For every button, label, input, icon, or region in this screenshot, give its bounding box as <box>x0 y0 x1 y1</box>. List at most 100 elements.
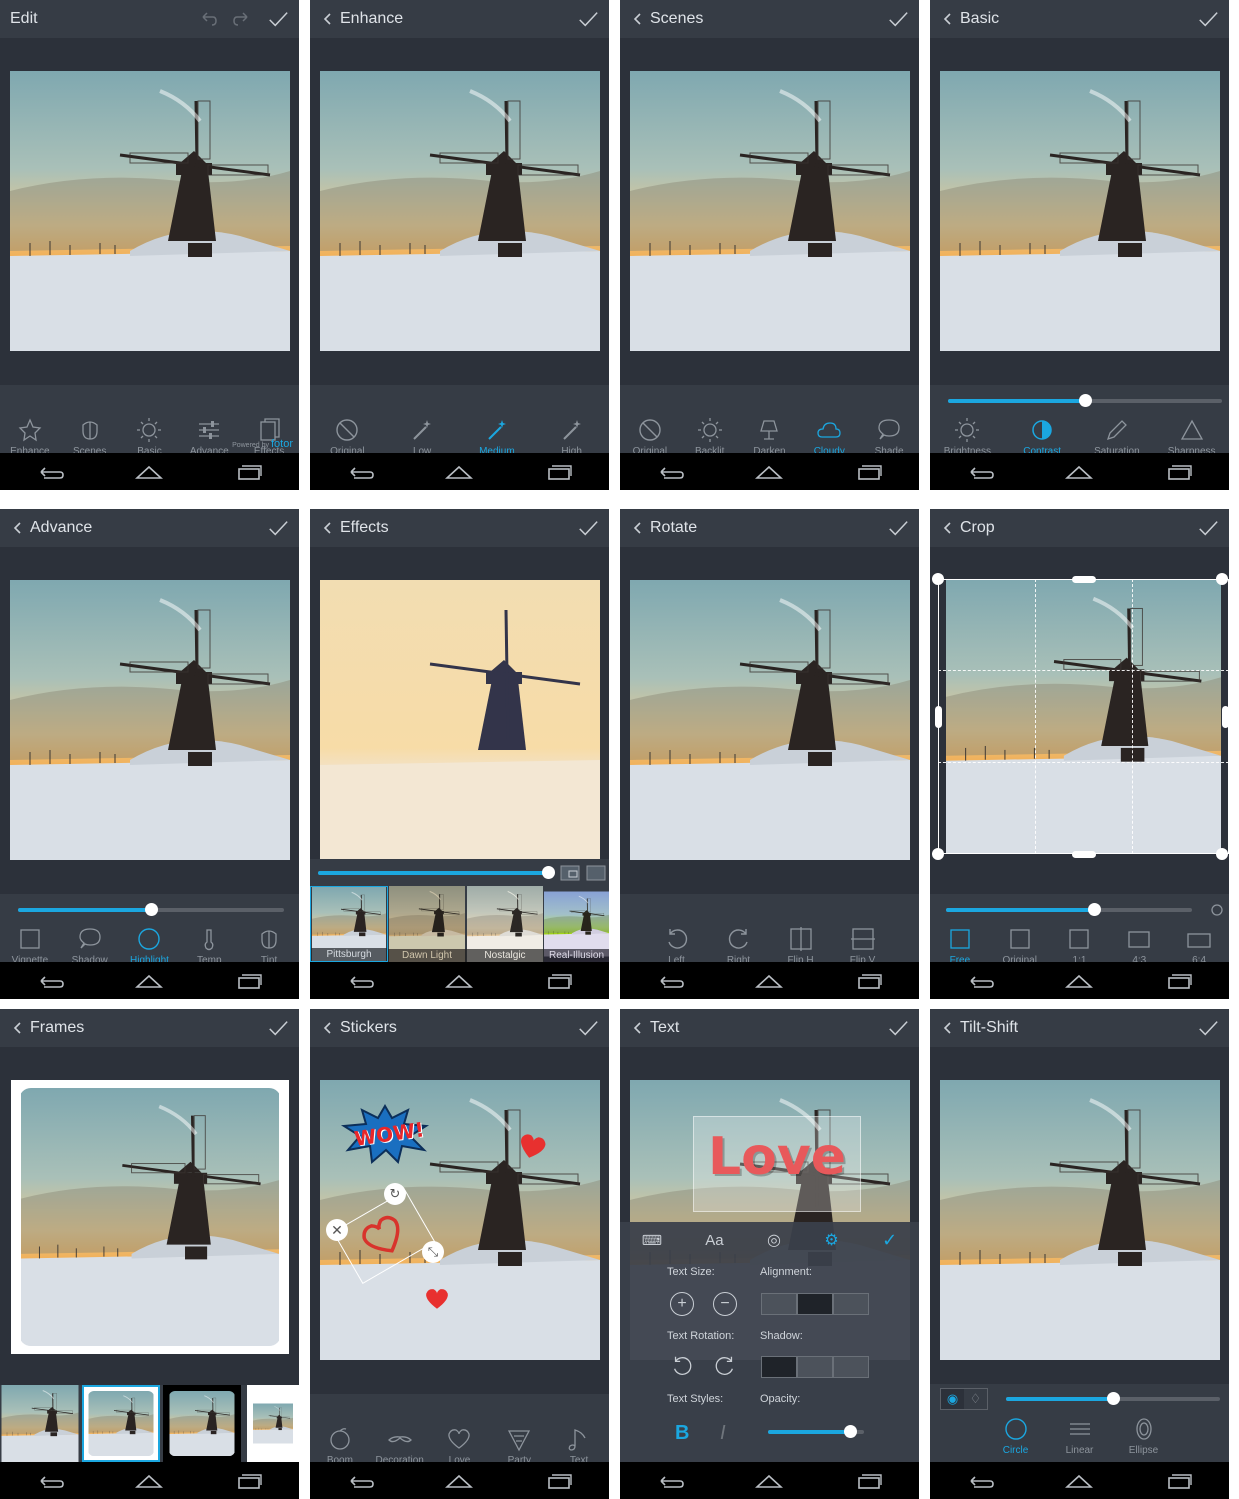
slider-knob[interactable] <box>541 866 555 879</box>
check-icon[interactable] <box>267 8 289 30</box>
crop-corner-handle[interactable] <box>932 573 944 585</box>
tool-original[interactable]: Original <box>622 417 678 457</box>
tool-boom[interactable]: Boom <box>312 1426 368 1466</box>
tool-crop-4-3[interactable]: 4:3 <box>1111 926 1167 966</box>
tool-highlight[interactable]: Highlight <box>121 926 177 966</box>
undo-icon[interactable] <box>199 10 217 28</box>
back-icon[interactable] <box>320 520 336 536</box>
nav-recent-icon[interactable] <box>1165 1472 1193 1490</box>
back-icon[interactable] <box>10 520 26 536</box>
slider-knob[interactable] <box>843 1425 857 1438</box>
tool-vignette[interactable]: Vignette <box>2 926 58 966</box>
check-icon[interactable] <box>577 1017 599 1039</box>
shadow-option-button[interactable] <box>797 1356 833 1378</box>
color-icon[interactable]: ◎ <box>767 1230 781 1250</box>
wow-sticker[interactable]: WOW! <box>340 1104 430 1164</box>
nav-back-icon[interactable] <box>656 1472 684 1490</box>
tool-tint[interactable]: Tint <box>241 926 297 966</box>
tool-enhance[interactable]: Enhance <box>2 417 58 457</box>
nav-back-icon[interactable] <box>966 1472 994 1490</box>
rotate-right-icon[interactable] <box>713 1354 737 1378</box>
focus-circle-icon[interactable]: ◉ <box>941 1389 964 1409</box>
filter-thumb[interactable]: Nostalgic <box>466 886 544 962</box>
tool-ellipse[interactable]: Ellipse <box>1116 1416 1172 1456</box>
check-icon[interactable] <box>577 517 599 539</box>
heart-sticker-icon[interactable] <box>423 1285 451 1313</box>
tool-party[interactable]: Party <box>491 1426 547 1466</box>
adjust-slider[interactable] <box>18 903 284 916</box>
sticker-rotate-button[interactable]: ↻ <box>384 1183 406 1205</box>
nav-recent-icon[interactable] <box>855 1472 883 1490</box>
compare-icon[interactable] <box>560 865 580 881</box>
back-icon[interactable] <box>320 11 336 27</box>
tool-scenes[interactable]: Scenes <box>62 417 118 457</box>
back-icon[interactable] <box>320 1020 336 1036</box>
reset-icon[interactable] <box>1209 902 1225 918</box>
tool-crop-free[interactable]: Free <box>932 926 988 966</box>
sticker-delete-button[interactable]: ✕ <box>326 1219 348 1241</box>
bold-button[interactable]: B <box>675 1422 689 1445</box>
align-left-button[interactable] <box>761 1293 797 1315</box>
filter-thumb[interactable]: Real-Illusion <box>544 886 609 962</box>
nav-home-icon[interactable] <box>445 972 473 990</box>
blur-slider[interactable] <box>1006 1392 1220 1405</box>
tool-flip-v[interactable]: Flip V <box>835 926 891 966</box>
tool-high[interactable]: High <box>544 417 600 457</box>
nav-home-icon[interactable] <box>1065 1472 1093 1490</box>
back-icon[interactable] <box>630 11 646 27</box>
tool-backlit[interactable]: Backlit <box>682 417 738 457</box>
tool-brightness[interactable]: Brightness <box>939 417 995 457</box>
opacity-slider[interactable] <box>768 1425 864 1438</box>
favorite-icon[interactable] <box>586 865 606 881</box>
nav-back-icon[interactable] <box>36 1472 64 1490</box>
nav-recent-icon[interactable] <box>235 463 263 481</box>
nav-recent-icon[interactable] <box>1165 972 1193 990</box>
nav-back-icon[interactable] <box>966 463 994 481</box>
nav-home-icon[interactable] <box>755 1472 783 1490</box>
tool-saturation[interactable]: Saturation <box>1089 417 1145 457</box>
crop-frame[interactable] <box>938 579 1229 854</box>
crop-corner-handle[interactable] <box>1216 573 1228 585</box>
size-decrease-button[interactable]: − <box>713 1292 737 1316</box>
crop-corner-handle[interactable] <box>932 848 944 860</box>
rotate-left-icon[interactable] <box>670 1354 694 1378</box>
nav-back-icon[interactable] <box>656 463 684 481</box>
back-icon[interactable] <box>10 1020 26 1036</box>
tool-rotate-right[interactable]: Right <box>711 926 767 966</box>
straighten-slider[interactable] <box>946 903 1192 916</box>
nav-recent-icon[interactable] <box>235 972 263 990</box>
frame-thumb[interactable] <box>0 1385 80 1462</box>
slider-knob[interactable] <box>145 903 158 916</box>
crop-edge-handle[interactable] <box>935 706 942 728</box>
sticker-resize-button[interactable]: ⤡ <box>422 1241 444 1263</box>
tool-low[interactable]: Low <box>394 417 450 457</box>
nav-back-icon[interactable] <box>346 1472 374 1490</box>
back-icon[interactable] <box>940 11 956 27</box>
tool-flip-h[interactable]: Flip H <box>773 926 829 966</box>
frame-thumb[interactable] <box>247 1385 299 1462</box>
nav-home-icon[interactable] <box>445 463 473 481</box>
nav-back-icon[interactable] <box>346 972 374 990</box>
tool-shadow[interactable]: Shadow <box>62 926 118 966</box>
nav-back-icon[interactable] <box>966 972 994 990</box>
frame-thumb[interactable] <box>82 1385 160 1462</box>
tool-effects[interactable]: Effects <box>241 417 297 457</box>
tool-darken[interactable]: Darken <box>741 417 797 457</box>
tool-linear[interactable]: Linear <box>1052 1416 1108 1456</box>
keyboard-icon[interactable]: ⌨ <box>642 1232 662 1249</box>
tool-crop-6-4[interactable]: 6:4 <box>1171 926 1227 966</box>
nav-back-icon[interactable] <box>656 972 684 990</box>
text-overlay-box[interactable]: Love <box>693 1116 861 1212</box>
slider-knob[interactable] <box>1107 1392 1120 1405</box>
tool-text[interactable]: Text <box>551 1426 607 1466</box>
crop-edge-handle[interactable] <box>1222 706 1229 728</box>
settings-icon[interactable]: ⚙ <box>824 1230 838 1250</box>
back-icon[interactable] <box>630 520 646 536</box>
tool-sharpness[interactable]: Sharpness <box>1164 417 1220 457</box>
nav-back-icon[interactable] <box>36 972 64 990</box>
intensity-slider[interactable] <box>318 866 555 879</box>
crop-corner-handle[interactable] <box>1216 848 1228 860</box>
nav-recent-icon[interactable] <box>545 463 573 481</box>
tool-shade[interactable]: Shade <box>861 417 917 457</box>
nav-home-icon[interactable] <box>755 463 783 481</box>
